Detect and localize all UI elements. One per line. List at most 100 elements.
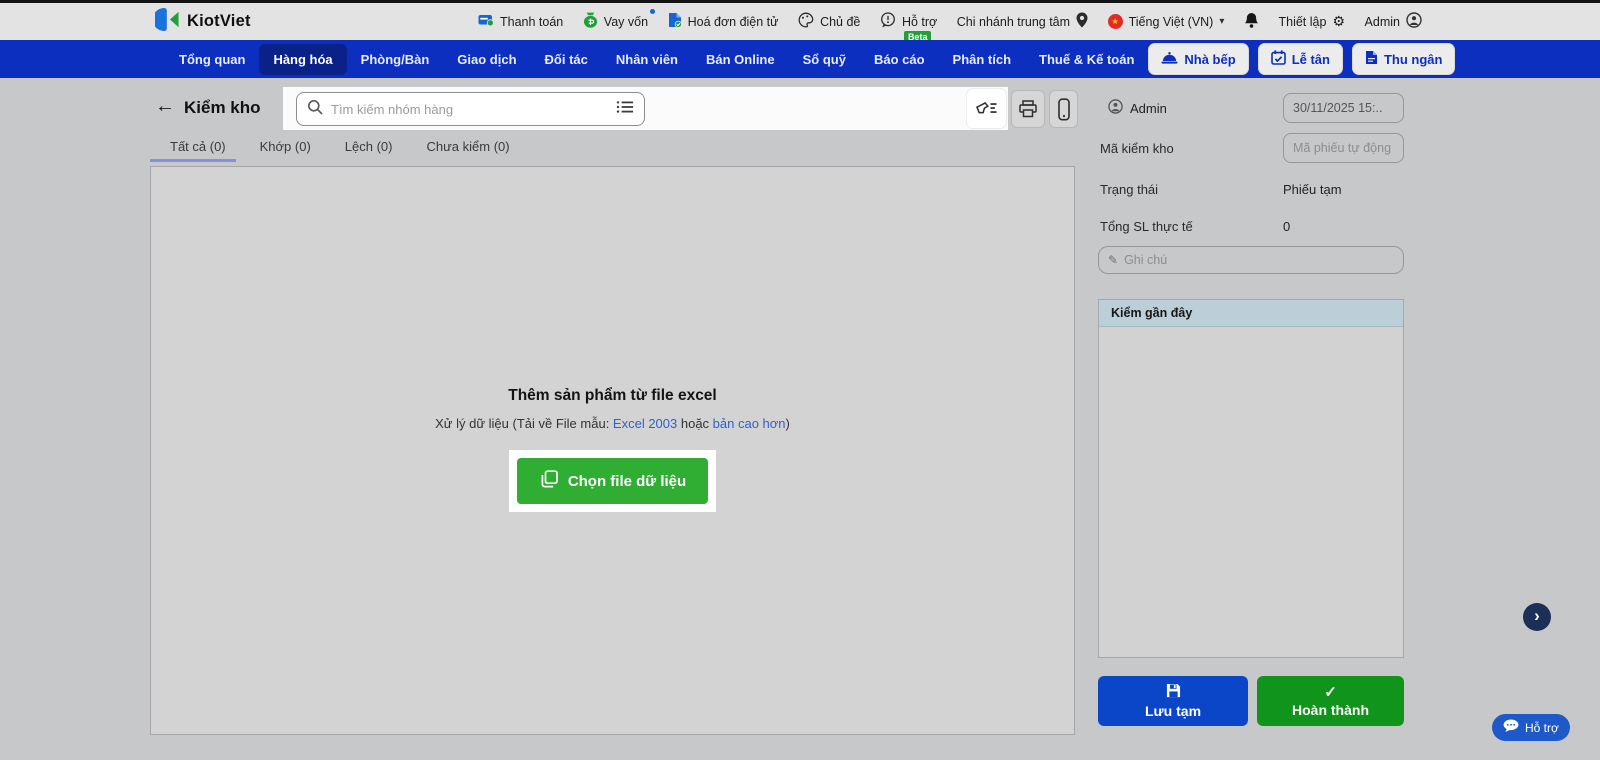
settings-button[interactable]: Thiết lập ⚙	[1278, 13, 1345, 30]
topbar-item-theme[interactable]: Chủ đề	[798, 12, 860, 31]
nav-item-phan-tich[interactable]: Phân tích	[939, 44, 1026, 75]
excel-import-title: Thêm sản phẩm từ file excel	[508, 387, 717, 404]
nav-item-hang-hoa[interactable]: Hàng hóa	[259, 43, 347, 75]
mobile-device-button[interactable]	[1049, 90, 1078, 128]
floppy-icon	[1166, 683, 1181, 701]
complete-button[interactable]: ✓ Hoàn thành	[1257, 676, 1404, 726]
mobile-device-icon	[1057, 97, 1070, 121]
search-box[interactable]	[296, 92, 645, 126]
nav-item-ban-online[interactable]: Bán Online	[692, 44, 789, 75]
desc-text: hoặc	[677, 416, 713, 431]
nav-item-so-quy[interactable]: Sổ quỹ	[789, 44, 860, 75]
sidebar-user: Admin	[1108, 99, 1167, 117]
choose-file-label: Chọn file dữ liệu	[567, 472, 687, 490]
nav-item-thue-ke-toan[interactable]: Thuế & Kế toán	[1025, 44, 1148, 75]
newer-version-link[interactable]: bản cao hơn	[713, 416, 786, 431]
back-button[interactable]: ←	[155, 95, 175, 118]
save-draft-label: Lưu tạm	[1144, 703, 1202, 719]
topbar-item-label: Chủ đề	[820, 14, 861, 29]
excel-2003-link[interactable]: Excel 2003	[613, 416, 677, 431]
reception-button[interactable]: Lễ tân	[1257, 43, 1343, 75]
nav-item-giao-dich[interactable]: Giao dịch	[443, 44, 530, 75]
nav-mode-buttons: Nhà bếp Lễ tân Thu ngân	[1148, 43, 1456, 75]
support-label: Hỗ trợ	[1525, 720, 1559, 735]
choose-file-button[interactable]: Chọn file dữ liệu	[516, 458, 709, 504]
bell-icon	[1244, 12, 1259, 32]
payment-icon	[478, 14, 494, 30]
topbar-item-label: Hoá đơn điện tử	[687, 14, 779, 29]
save-draft-button[interactable]: Lưu tạm	[1098, 676, 1248, 726]
topbar-item-label: Chi nhánh trung tâm	[956, 14, 1071, 29]
topbar-item-loan[interactable]: Vay vốn	[583, 9, 656, 31]
search-input[interactable]	[331, 101, 608, 117]
notification-dot	[650, 9, 656, 14]
support-icon	[880, 12, 896, 31]
chevron-down-icon: ▾	[1219, 16, 1225, 27]
notifications-button[interactable]	[1244, 12, 1259, 32]
nav-item-bao-cao[interactable]: Báo cáo	[860, 44, 939, 75]
kitchen-button[interactable]: Nhà bếp	[1148, 43, 1249, 75]
topbar-item-support[interactable]: Hỗ trợ Beta	[880, 12, 938, 44]
excel-import-description: Xử lý dữ liệu (Tải về File mẫu: Excel 20…	[150, 416, 1075, 431]
note-input[interactable]	[1124, 253, 1394, 267]
code-field[interactable]	[1283, 133, 1404, 163]
expand-panel-button[interactable]: ›	[1523, 603, 1551, 631]
desc-text: )	[785, 416, 790, 431]
datetime-field[interactable]	[1283, 93, 1404, 123]
topbar-item-branch[interactable]: Chi nhánh trung tâm	[957, 12, 1088, 31]
language-label: Tiếng Việt (VN)	[1128, 14, 1214, 29]
support-chat-button[interactable]: Hỗ trợ	[1492, 714, 1570, 741]
loan-icon	[583, 12, 598, 31]
chat-bubble-icon	[1503, 719, 1519, 736]
cashier-button[interactable]: Thu ngân	[1351, 43, 1456, 75]
nav-item-tong-quan[interactable]: Tổng quan	[165, 44, 259, 75]
status-value: Phiếu tạm	[1283, 182, 1342, 197]
user-menu[interactable]: Admin	[1365, 12, 1422, 31]
complete-label: Hoàn thành	[1292, 701, 1369, 718]
reception-icon	[1270, 50, 1286, 68]
tab-tat-ca[interactable]: Tất cả (0)	[150, 139, 236, 162]
print-button[interactable]	[1011, 90, 1045, 128]
brand-name: KiotViet	[187, 12, 251, 30]
tab-lech[interactable]: Lệch (0)	[345, 139, 393, 162]
nav-item-phong-ban[interactable]: Phòng/Bàn	[347, 44, 444, 75]
user-circle-icon	[1406, 12, 1422, 31]
status-label: Trạng thái	[1100, 182, 1159, 197]
topbar-item-einvoice[interactable]: Hoá đơn điện tử	[668, 12, 779, 31]
code-input[interactable]	[1293, 141, 1394, 155]
nav-item-nhan-vien[interactable]: Nhân viên	[602, 44, 692, 75]
recent-checks-header: Kiểm gần đây	[1099, 300, 1403, 327]
barcode-scanner-button[interactable]	[967, 89, 1006, 128]
topbar-item-payment[interactable]: Thanh toán	[478, 14, 563, 30]
location-icon	[1076, 12, 1088, 31]
code-label: Mã kiểm kho	[1100, 141, 1174, 156]
topbar-item-label: Vay vốn	[603, 14, 649, 29]
topbar-item-label: Hỗ trợ	[901, 14, 938, 29]
reception-label: Lễ tân	[1291, 51, 1330, 67]
settings-label: Thiết lập	[1278, 14, 1327, 29]
check-icon: ✓	[1324, 683, 1337, 701]
e-invoice-icon	[668, 12, 682, 31]
brand[interactable]: KiotViet	[152, 3, 251, 40]
language-selector[interactable]: ★ Tiếng Việt (VN) ▾	[1107, 14, 1225, 29]
user-label: Admin	[1364, 14, 1400, 29]
tab-chua-kiem[interactable]: Chưa kiểm (0)	[426, 139, 509, 162]
nav-item-doi-tac[interactable]: Đối tác	[531, 44, 602, 75]
datetime-input[interactable]	[1293, 101, 1394, 115]
desc-text: Xử lý dữ liệu (Tải về File mẫu:	[435, 416, 613, 431]
topbar: KiotViet Thanh toán Vay vốn Hoá đơn điện…	[0, 3, 1600, 44]
recent-checks-panel: Kiểm gần đây	[1098, 299, 1404, 658]
barcode-scanner-icon	[976, 101, 997, 113]
category-list-icon[interactable]	[616, 100, 634, 119]
tab-khop[interactable]: Khớp (0)	[260, 139, 311, 162]
kiotviet-logo-icon	[152, 7, 180, 36]
theme-icon	[798, 12, 814, 31]
note-field[interactable]: ✎	[1098, 246, 1404, 274]
topbar-item-label: Thanh toán	[500, 14, 564, 29]
printer-icon	[1019, 100, 1037, 118]
user-circle-icon	[1108, 99, 1123, 117]
result-tabs: Tất cả (0) Khớp (0) Lệch (0) Chưa kiểm (…	[150, 139, 510, 166]
cashier-label: Thu ngân	[1383, 51, 1443, 67]
sidebar-user-label: Admin	[1130, 100, 1167, 116]
total-qty-label: Tổng SL thực tế	[1100, 219, 1193, 234]
